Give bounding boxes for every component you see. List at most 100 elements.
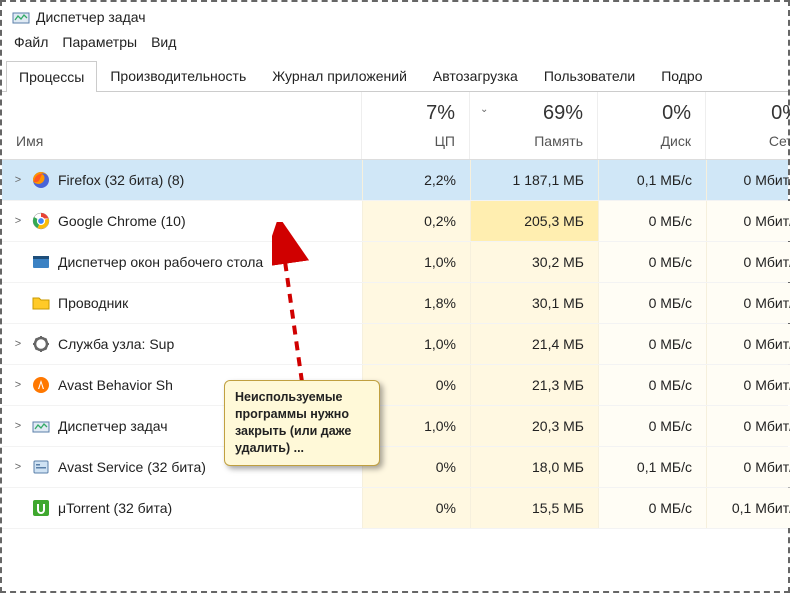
- svc-icon: [32, 335, 50, 353]
- disk-cell: 0 МБ/с: [598, 324, 706, 364]
- disk-label: Диск: [661, 133, 691, 149]
- table-row[interactable]: ˃Диспетчер задач1,0%20,3 МБ0 МБ/с0 Мбит/…: [2, 406, 788, 447]
- network-cell: 0 Мбит/с: [706, 242, 790, 282]
- network-cell: 0,1 Мбит/с: [706, 488, 790, 528]
- cpu-cell: 0,2%: [362, 201, 470, 241]
- tab-performance[interactable]: Производительность: [97, 60, 259, 91]
- chrome-icon: [32, 212, 50, 230]
- disk-cell: 0 МБ/с: [598, 406, 706, 446]
- avastsvc-icon: [32, 458, 50, 476]
- titlebar: Диспетчер задач: [2, 2, 788, 30]
- memory-cell: 30,2 МБ: [470, 242, 598, 282]
- process-name: Проводник: [58, 295, 128, 311]
- memory-usage-percent: 69%: [543, 102, 583, 125]
- table-row[interactable]: ˃Avast Behavior Sh0%21,3 МБ0 МБ/с0 Мбит/…: [2, 365, 788, 406]
- process-name: Диспетчер окон рабочего стола: [58, 254, 263, 270]
- disk-cell: 0 МБ/с: [598, 488, 706, 528]
- network-cell: 0 Мбит/с: [706, 324, 790, 364]
- process-name-cell[interactable]: Проводник: [2, 283, 362, 323]
- disk-cell: 0 МБ/с: [598, 365, 706, 405]
- memory-label: Память: [534, 133, 583, 149]
- firefox-icon: [32, 171, 50, 189]
- column-header-memory[interactable]: ⌄ 69% Память: [470, 92, 598, 159]
- memory-cell: 1 187,1 МБ: [470, 160, 598, 200]
- process-name: Служба узла: Sup: [58, 336, 174, 352]
- avast-icon: [32, 376, 50, 394]
- process-name: Диспетчер задач: [58, 418, 168, 434]
- menu-options[interactable]: Параметры: [62, 34, 137, 50]
- process-name-cell[interactable]: ˃ Google Chrome (10): [2, 201, 362, 241]
- tab-details[interactable]: Подро: [648, 60, 715, 91]
- table-row[interactable]: ˃Avast Service (32 бита)0%18,0 МБ0,1 МБ/…: [2, 447, 788, 488]
- tabs: Процессы Производительность Журнал прило…: [2, 60, 788, 92]
- process-name: Firefox (32 бита) (8): [58, 172, 184, 188]
- explorer-icon: [32, 294, 50, 312]
- task-manager-icon: [12, 8, 30, 26]
- network-cell: 0 Мбит/с: [706, 447, 790, 487]
- network-cell: 0 Мбит/с: [706, 283, 790, 323]
- process-name-cell[interactable]: Диспетчер окон рабочего стола: [2, 242, 362, 282]
- menu-view[interactable]: Вид: [151, 34, 176, 50]
- network-cell: 0 Мбит/с: [706, 406, 790, 446]
- table-row[interactable]: ˃ Firefox (32 бита) (8) 2,2%1 187,1 МБ0,1 …: [2, 160, 788, 201]
- process-name: μTorrent (32 бита): [58, 500, 172, 516]
- column-header-cpu[interactable]: 7% ЦП: [362, 92, 470, 159]
- disk-usage-percent: 0%: [662, 102, 691, 125]
- column-header-name[interactable]: Имя: [2, 92, 362, 159]
- tab-processes[interactable]: Процессы: [6, 61, 97, 92]
- process-name: Avast Service (32 бита): [58, 459, 206, 475]
- network-cell: 0 Мбит/с: [706, 201, 790, 241]
- annotation-callout: Неиспользуемые программы нужно закрыть (…: [224, 380, 380, 466]
- network-label: Сеть: [769, 133, 790, 149]
- dwm-icon: [32, 253, 50, 271]
- network-cell: 0 Мбит/с: [706, 365, 790, 405]
- cpu-cell: 2,2%: [362, 160, 470, 200]
- table-row[interactable]: ˃ Google Chrome (10) 0,2%205,3 МБ0 МБ/с0 М…: [2, 201, 788, 242]
- network-cell: 0 Мбит/с: [706, 160, 790, 200]
- expand-chevron-icon[interactable]: ˃: [12, 461, 24, 473]
- menubar: Файл Параметры Вид: [2, 30, 788, 60]
- process-name: Google Chrome (10): [58, 213, 186, 229]
- memory-cell: 21,4 МБ: [470, 324, 598, 364]
- expand-chevron-icon[interactable]: ˃: [12, 420, 24, 432]
- process-name: Avast Behavior Sh: [58, 377, 173, 393]
- cpu-cell: 1,8%: [362, 283, 470, 323]
- utorrent-icon: [32, 499, 50, 517]
- column-header-disk[interactable]: 0% Диск: [598, 92, 706, 159]
- memory-cell: 21,3 МБ: [470, 365, 598, 405]
- network-usage-percent: 0%: [771, 102, 790, 125]
- process-name-cell[interactable]: ˃ Служба узла: Sup: [2, 324, 362, 364]
- window-title: Диспетчер задач: [36, 9, 146, 25]
- cpu-usage-percent: 7%: [426, 102, 455, 125]
- disk-cell: 0 МБ/с: [598, 201, 706, 241]
- process-name-cell[interactable]: ˃ Firefox (32 бита) (8): [2, 160, 362, 200]
- cpu-label: ЦП: [435, 133, 455, 149]
- menu-file[interactable]: Файл: [14, 34, 48, 50]
- tab-users[interactable]: Пользователи: [531, 60, 648, 91]
- process-name-cell[interactable]: μTorrent (32 бита): [2, 488, 362, 528]
- cpu-cell: 0%: [362, 488, 470, 528]
- expand-chevron-icon[interactable]: ˃: [12, 379, 24, 391]
- expand-chevron-icon[interactable]: ˃: [12, 215, 24, 227]
- disk-cell: 0,1 МБ/с: [598, 447, 706, 487]
- disk-cell: 0 МБ/с: [598, 283, 706, 323]
- expand-chevron-icon[interactable]: ˃: [12, 338, 24, 350]
- disk-cell: 0,1 МБ/с: [598, 160, 706, 200]
- memory-cell: 205,3 МБ: [470, 201, 598, 241]
- memory-cell: 30,1 МБ: [470, 283, 598, 323]
- tab-startup[interactable]: Автозагрузка: [420, 60, 531, 91]
- tm-icon: [32, 417, 50, 435]
- memory-cell: 20,3 МБ: [470, 406, 598, 446]
- expand-chevron-icon[interactable]: ˃: [12, 174, 24, 186]
- sort-indicator-icon: ⌄: [480, 104, 488, 115]
- disk-cell: 0 МБ/с: [598, 242, 706, 282]
- table-row[interactable]: Диспетчер окон рабочего стола 1,0%30,2 МБ…: [2, 242, 788, 283]
- tab-app-history[interactable]: Журнал приложений: [259, 60, 420, 91]
- table-row[interactable]: μTorrent (32 бита)0%15,5 МБ0 МБ/с0,1 Мби…: [2, 488, 788, 529]
- column-header-network[interactable]: 0% Сеть: [706, 92, 790, 159]
- process-table: Имя 7% ЦП ⌄ 69% Память 0% Диск 0% Сеть ˃…: [2, 92, 788, 529]
- cpu-cell: 1,0%: [362, 242, 470, 282]
- table-row[interactable]: Проводник 1,8%30,1 МБ0 МБ/с0 Мбит/с: [2, 283, 788, 324]
- table-row[interactable]: ˃Служба узла: Sup1,0%21,4 МБ0 МБ/с0 Мбит…: [2, 324, 788, 365]
- memory-cell: 18,0 МБ: [470, 447, 598, 487]
